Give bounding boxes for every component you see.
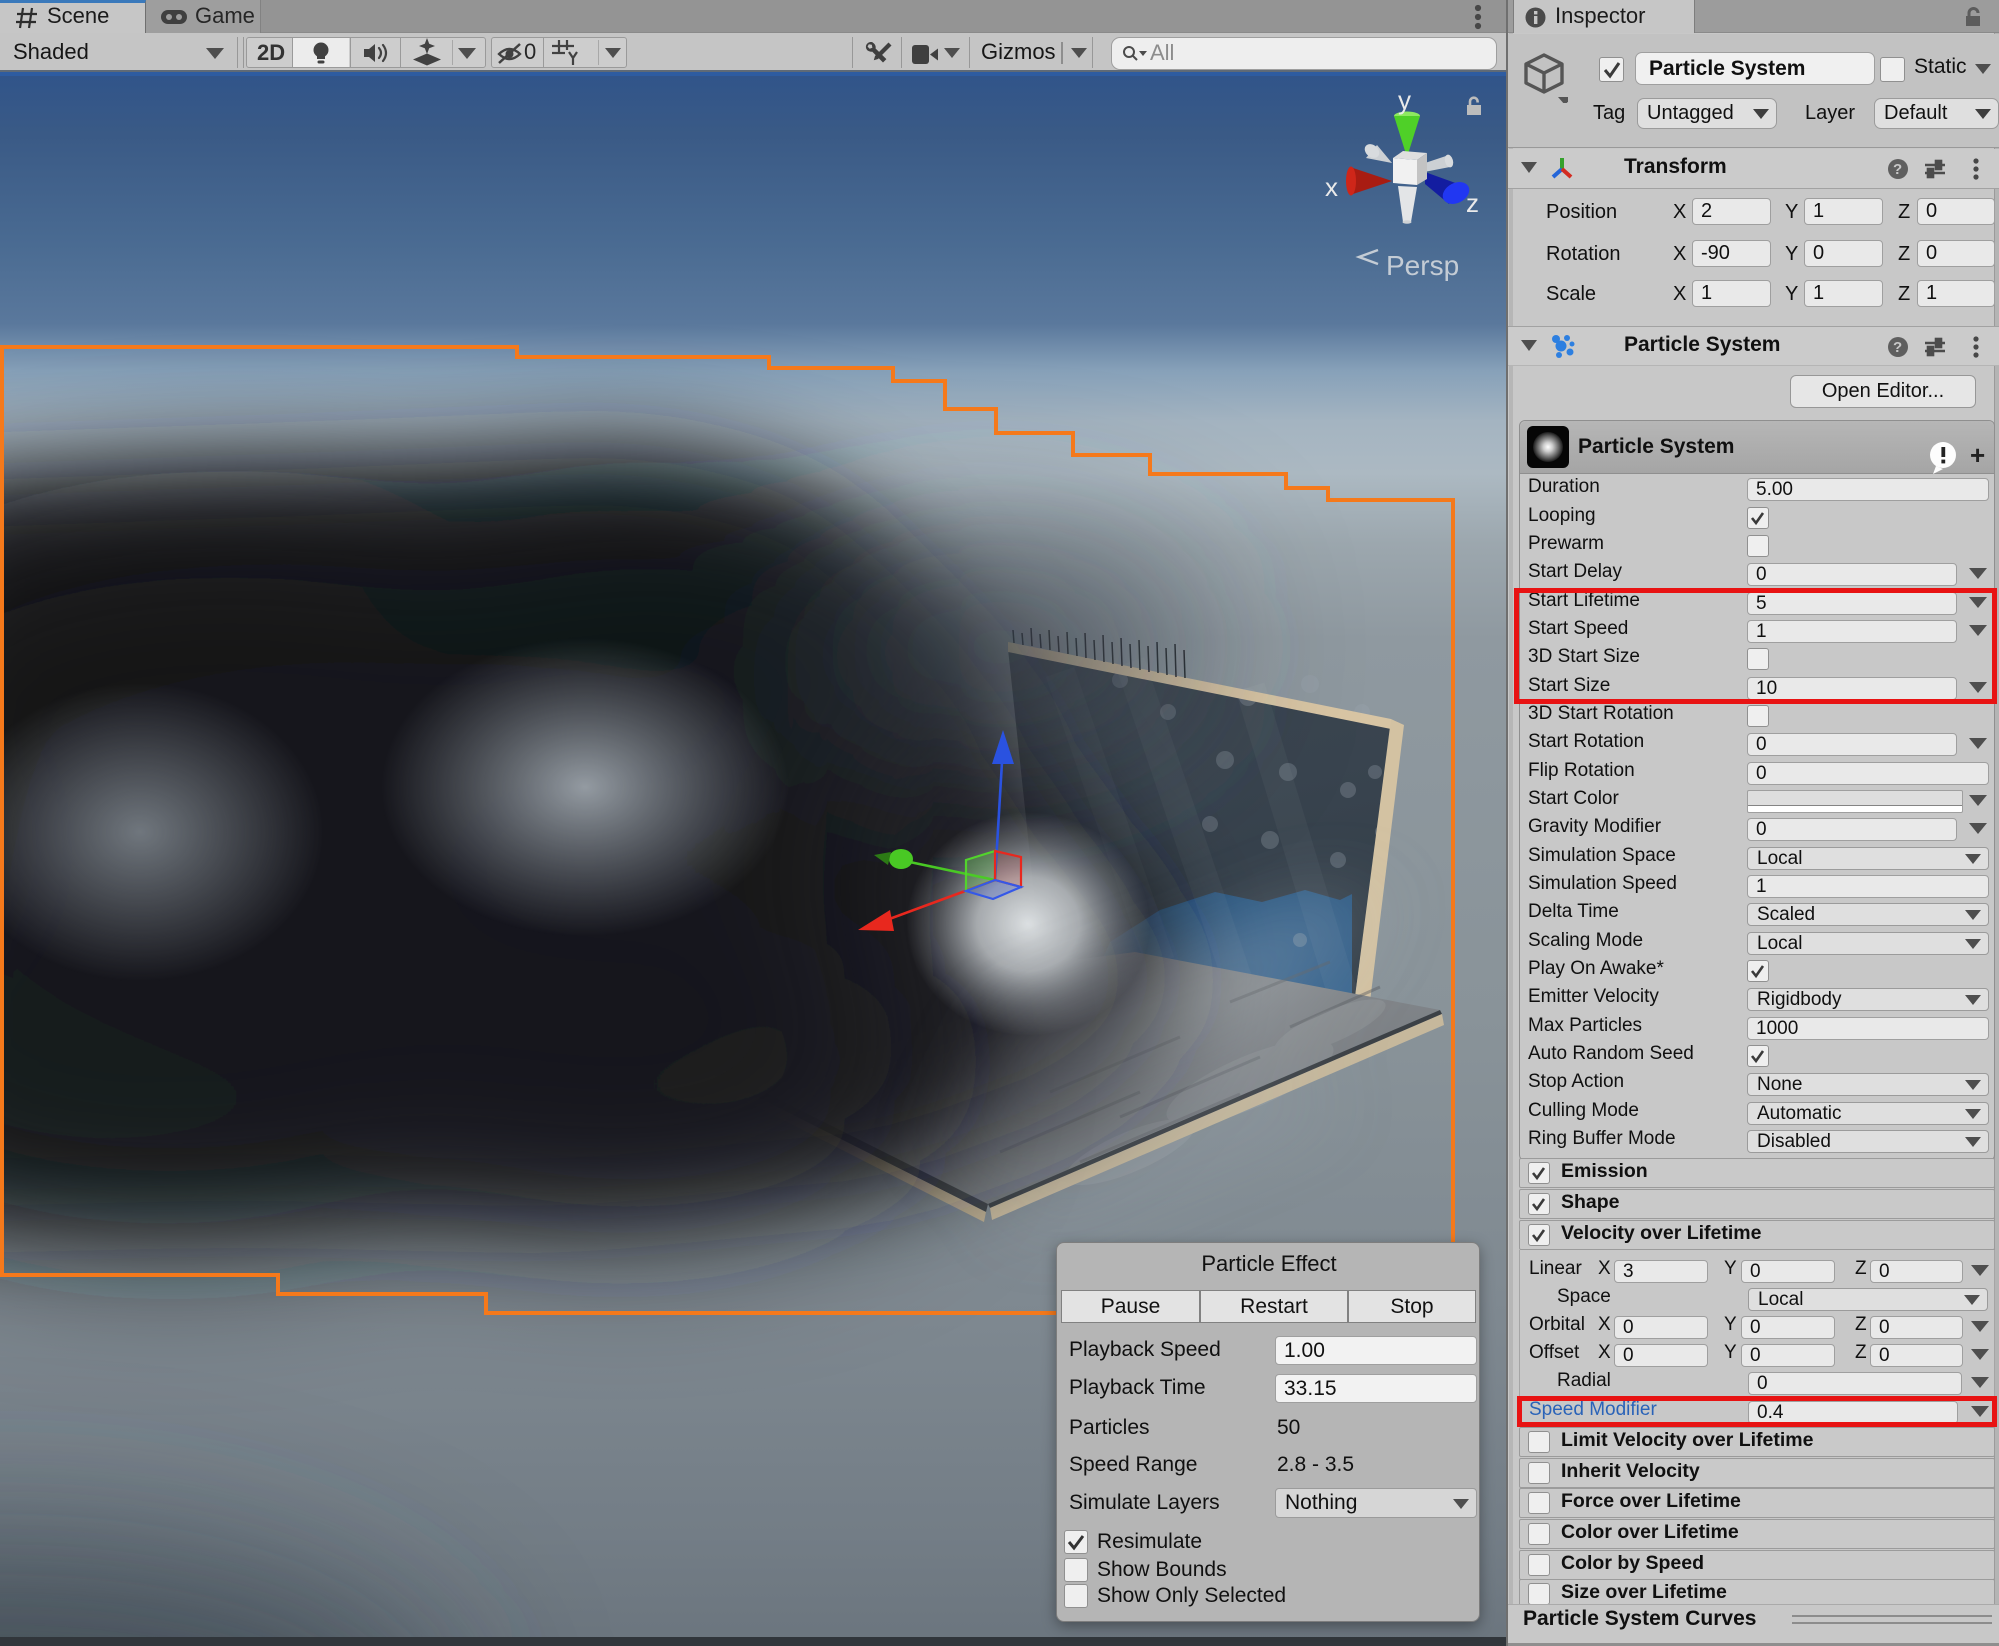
svg-text:x: x [1325, 172, 1338, 202]
svg-text:?: ? [1893, 161, 1902, 178]
svg-text:Persp: Persp [1386, 250, 1459, 281]
svg-text:z: z [1466, 188, 1479, 218]
svg-text:y: y [1398, 85, 1411, 115]
svg-text:?: ? [1893, 339, 1902, 356]
